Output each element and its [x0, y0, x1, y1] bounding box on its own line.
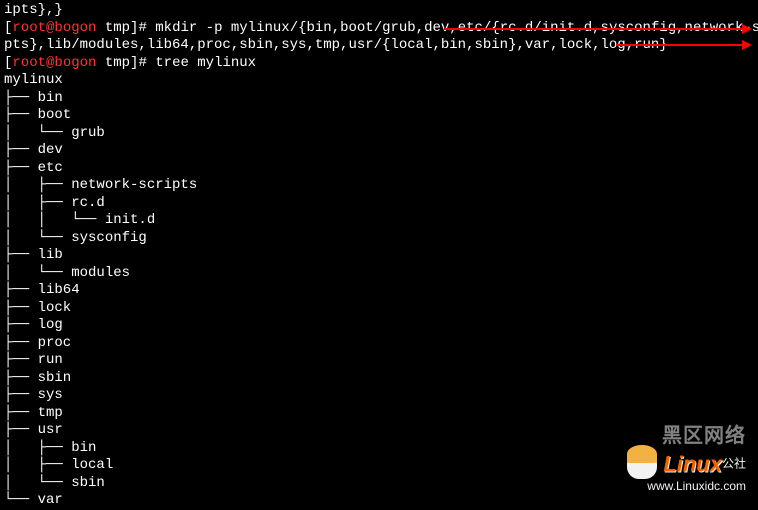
annotation-arrow-icon	[616, 44, 744, 46]
annotation-arrow-icon	[444, 28, 744, 30]
tree-row: ├── lib64	[4, 282, 754, 300]
tree-row: │ ├── network-scripts	[4, 177, 754, 195]
tree-row: │ │ └── init.d	[4, 212, 754, 230]
prompt-user: root@bogon	[12, 55, 96, 71]
tree-row: │ └── grub	[4, 125, 754, 143]
prompt-path: tmp	[105, 55, 130, 71]
tree-row: │ └── sysconfig	[4, 230, 754, 248]
terminal-prompt-line-2: [root@bogon tmp]# tree mylinux	[4, 55, 754, 73]
tree-row: ├── sys	[4, 387, 754, 405]
watermark-sub: 公社	[722, 457, 746, 471]
terminal-line-fragment: ipts},}	[4, 2, 754, 20]
tree-row: ├── run	[4, 352, 754, 370]
prompt-user: root@bogon	[12, 20, 96, 36]
tree-row: ├── boot	[4, 107, 754, 125]
tree-row: ├── dev	[4, 142, 754, 160]
tree-row: ├── proc	[4, 335, 754, 353]
tree-row: ├── lock	[4, 300, 754, 318]
tree-row: ├── log	[4, 317, 754, 335]
tree-row: └── var	[4, 492, 754, 510]
tree-row: ├── lib	[4, 247, 754, 265]
tree-row: ├── sbin	[4, 370, 754, 388]
tree-row: │ └── modules	[4, 265, 754, 283]
tree-row: ├── tmp	[4, 405, 754, 423]
tree-row: ├── bin	[4, 90, 754, 108]
tree-row: │ ├── rc.d	[4, 195, 754, 213]
mushroom-icon	[627, 449, 657, 479]
command-tree: tree mylinux	[155, 55, 256, 71]
watermark: 黑区网络 Linux公社 www.Linuxidc.com	[627, 424, 746, 494]
tree-row: mylinux	[4, 72, 754, 90]
watermark-url: www.Linuxidc.com	[627, 479, 746, 494]
prompt-path: tmp	[105, 20, 130, 36]
tree-row: ├── etc	[4, 160, 754, 178]
watermark-logo-text: Linux	[663, 451, 722, 476]
